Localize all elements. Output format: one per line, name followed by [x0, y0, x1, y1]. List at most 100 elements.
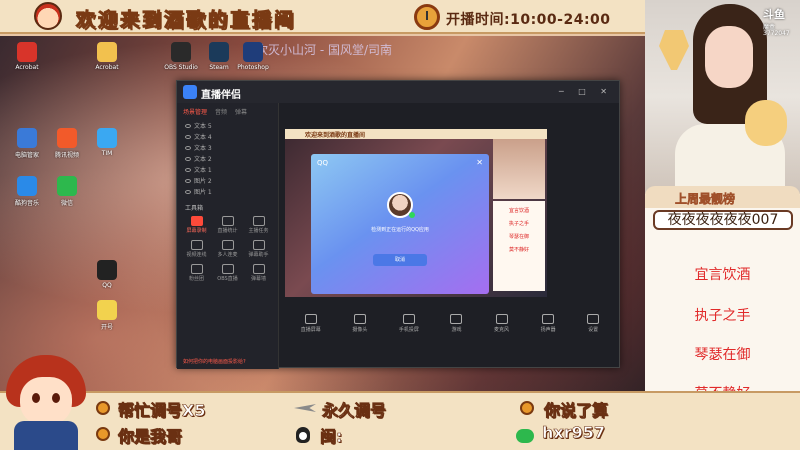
record-icon — [190, 216, 203, 226]
layer-item[interactable]: 图片 1 — [177, 186, 278, 197]
bird-icon — [520, 401, 534, 415]
song-title-overlay: 吹灭小山河 - 国风堂/司南 — [256, 43, 393, 57]
eye-icon[interactable] — [185, 156, 191, 161]
lyric-line: 宜言饮酒 — [694, 267, 751, 283]
toolbar-game[interactable]: 游戏 — [450, 313, 463, 333]
toolbar-mic[interactable]: 麦克风 — [494, 313, 509, 333]
gear-icon — [587, 313, 600, 324]
app-icon — [243, 42, 263, 62]
app-icon — [17, 128, 37, 148]
camera-icon — [353, 313, 366, 324]
app-icon — [97, 300, 117, 320]
toolbar-speaker[interactable]: 扬声器 — [541, 313, 556, 333]
help-link[interactable]: 如何把你的电脑画面投影给? — [183, 358, 246, 365]
bottom-info-bar: 帮忙调号X5 你是我哥 永久调号 闽: 你说了算 hxr957 — [0, 391, 800, 450]
layer-item[interactable]: 文本 3 — [177, 142, 278, 153]
info-item-3-bottom: hxr957 — [542, 423, 606, 443]
speaker-icon — [542, 313, 555, 324]
broadcast-hours: 开播时间:10:00-24:00 — [446, 12, 611, 28]
desktop-icon[interactable]: 开号 — [84, 298, 130, 342]
streamer-face — [705, 26, 753, 88]
app-sidebar: 场景管理 音频 弹幕 文本 5 文本 4 文本 3 文本 2 文本 1 图片 2… — [177, 103, 279, 369]
cancel-button[interactable]: 取消 — [373, 254, 427, 266]
mascot-character — [0, 355, 92, 450]
layer-item[interactable]: 文本 2 — [177, 153, 278, 164]
dialog-message: 检测到正在运行的QQ应用 — [371, 227, 429, 233]
streaming-app-window: 直播伴侣 ─ □ ✕ 场景管理 音频 弹幕 文本 5 文本 4 文本 3 文本 … — [176, 80, 620, 369]
app-titlebar: 直播伴侣 ─ □ ✕ — [177, 81, 619, 103]
qq-brand: QQ — [317, 159, 329, 167]
stats-icon — [221, 216, 234, 226]
room-id: 3772047 — [763, 30, 790, 37]
mascot-body — [14, 421, 78, 450]
toolbar-screen[interactable]: 直播屏幕 — [301, 313, 321, 333]
preview-banner: 欢迎来到酒歌的直播间 — [285, 129, 547, 139]
eye-icon[interactable] — [185, 123, 191, 128]
desktop-icon[interactable]: Acrobat — [84, 40, 130, 84]
app-icon — [97, 42, 117, 62]
app-icon — [209, 42, 229, 62]
tool-tasks[interactable]: 主播任务 — [243, 216, 274, 234]
info-item-2-top: 永久调号 — [322, 401, 387, 421]
window-controls[interactable]: ─ □ ✕ — [559, 87, 613, 96]
mic-icon — [495, 313, 508, 324]
close-icon[interactable]: ✕ — [476, 158, 483, 167]
chat-icon — [252, 240, 265, 250]
mic-group-icon — [221, 240, 234, 250]
layer-item[interactable]: 图片 2 — [177, 175, 278, 186]
alarm-clock-icon — [414, 4, 440, 30]
rank-title: 上周最靓榜 — [675, 192, 736, 207]
tool-danmaku-wall[interactable]: 弹幕墙 — [243, 264, 274, 282]
tool-obs[interactable]: OBS直播 — [212, 264, 243, 282]
tasks-icon — [252, 216, 265, 226]
toolbar-camera[interactable]: 摄像头 — [352, 313, 367, 333]
tab-danmaku[interactable]: 弹幕 — [235, 107, 247, 116]
tab-audio[interactable]: 音频 — [215, 107, 227, 116]
desktop-icon[interactable]: QQ — [84, 258, 130, 302]
tool-screen-record[interactable]: 屏幕录制 — [181, 216, 212, 234]
top-banner: 欢迎来到酒歌的直播间 开播时间:10:00-24:00 — [0, 0, 645, 34]
tool-video-link[interactable]: 视频连线 — [181, 240, 212, 258]
tool-danmaku-helper[interactable]: 弹幕助手 — [243, 240, 274, 258]
eye-icon[interactable] — [185, 145, 191, 150]
lyric-line: 琴瑟在御 — [694, 347, 751, 363]
online-status-icon — [409, 212, 415, 218]
tool-multi-mic[interactable]: 多人连麦 — [212, 240, 243, 258]
eye-icon[interactable] — [185, 178, 191, 183]
plane-icon — [294, 404, 316, 412]
ice-cream-icon — [745, 100, 787, 146]
wall-icon — [252, 264, 265, 274]
bird-icon — [96, 427, 110, 441]
preview-lyrics: 宜言饮酒 执子之手 琴瑟在御 莫不静好 — [493, 201, 545, 291]
desktop-icon[interactable]: Acrobat — [4, 40, 50, 84]
tab-scenes[interactable]: 场景管理 — [183, 107, 207, 116]
desktop-icon[interactable]: 微信 — [44, 174, 90, 218]
tool-fan-club[interactable]: 粉丝团 — [181, 264, 212, 282]
toolbox-title: 工具箱 — [185, 205, 204, 212]
info-item-1-bottom: 你是我哥 — [118, 427, 183, 447]
qq-icon — [296, 427, 310, 443]
mascot-eye — [52, 393, 60, 403]
app-icon — [171, 42, 191, 62]
tool-stats[interactable]: 直播统计 — [212, 216, 243, 234]
app-bottom-toolbar: 直播屏幕 摄像头 手机投屏 游戏 麦克风 扬声器 设置 — [285, 303, 615, 343]
app-icon — [57, 128, 77, 148]
layer-item[interactable]: 文本 5 — [177, 120, 278, 131]
obs-icon — [221, 264, 234, 274]
app-icon — [97, 260, 117, 280]
desktop-icon[interactable]: TIM — [84, 126, 130, 170]
mascot-avatar — [34, 2, 62, 30]
toolbar-phone[interactable]: 手机投屏 — [399, 313, 419, 333]
platform-logo: 斗鱼 — [763, 8, 785, 21]
layer-item[interactable]: 文本 4 — [177, 131, 278, 142]
toolbar-settings[interactable]: 设置 — [587, 313, 600, 333]
desktop-icon[interactable]: Photoshop — [230, 40, 276, 84]
eye-icon[interactable] — [185, 167, 191, 172]
eye-icon[interactable] — [185, 189, 191, 194]
app-name: 直播伴侣 — [201, 90, 241, 101]
app-logo-icon — [183, 85, 197, 99]
layer-item[interactable]: 文本 1 — [177, 164, 278, 175]
video-icon — [190, 240, 203, 250]
eye-icon[interactable] — [185, 134, 191, 139]
wechat-icon — [516, 429, 534, 443]
